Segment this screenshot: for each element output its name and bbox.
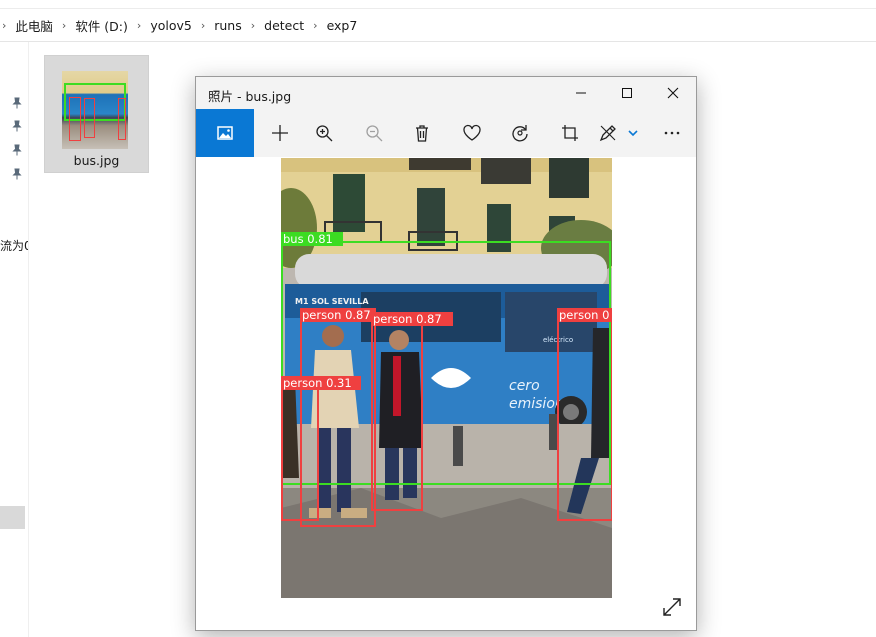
maximize-button[interactable] bbox=[604, 77, 650, 109]
crop-button[interactable] bbox=[548, 109, 592, 157]
pin-icon[interactable] bbox=[12, 168, 22, 180]
rotate-icon bbox=[512, 125, 528, 142]
breadcrumb-separator[interactable]: › bbox=[131, 19, 147, 32]
breadcrumb-separator[interactable]: › bbox=[56, 19, 72, 32]
breadcrumb-yolov5[interactable]: yolov5 bbox=[147, 18, 195, 33]
breadcrumb-separator: › bbox=[2, 18, 7, 32]
detection-label-person-2: person 0.87 bbox=[373, 312, 442, 326]
favorite-button[interactable] bbox=[450, 109, 494, 157]
address-bar[interactable]: › 此电脑 › 软件 (D:) › yolov5 › runs › detect… bbox=[0, 9, 876, 42]
detection-label-person-1: person 0.87 bbox=[302, 308, 371, 322]
edit-dropdown-button[interactable] bbox=[620, 109, 646, 157]
add-button[interactable] bbox=[258, 109, 302, 157]
detection-label-person-4: person 0 bbox=[559, 308, 609, 322]
breadcrumb-separator[interactable]: › bbox=[307, 19, 323, 32]
breadcrumb-drive-d[interactable]: 软件 (D:) bbox=[72, 16, 131, 35]
nav-item-selected[interactable] bbox=[0, 506, 25, 529]
nav-item-truncated-label: 流为0 bbox=[0, 239, 28, 253]
bus-ad-line1: cero bbox=[509, 378, 540, 394]
crop-icon bbox=[562, 125, 578, 141]
zoom-out-button[interactable] bbox=[352, 109, 396, 157]
edit-icon bbox=[599, 125, 616, 142]
bus-route-sign: M1 SOL SEVILLA bbox=[295, 297, 369, 306]
minimize-button[interactable] bbox=[558, 77, 604, 109]
chevron-down-icon bbox=[628, 130, 638, 137]
explorer-top-strip bbox=[0, 0, 876, 9]
breadcrumb-this-pc[interactable]: 此电脑 bbox=[12, 16, 56, 35]
delete-icon bbox=[416, 125, 428, 142]
detection-photo: cero emisiones eléctrico M1 SOL SEVILLA bbox=[281, 158, 612, 598]
photos-window: 照片 - bus.jpg cero emisiones eléctrico M1… bbox=[195, 76, 697, 631]
file-thumbnail bbox=[62, 71, 128, 149]
breadcrumb-separator[interactable]: › bbox=[245, 19, 261, 32]
breadcrumb-separator[interactable]: › bbox=[195, 19, 211, 32]
breadcrumb-detect[interactable]: detect bbox=[261, 18, 307, 33]
favorite-heart-icon bbox=[463, 124, 481, 141]
rotate-button[interactable] bbox=[498, 109, 542, 157]
image-view-button[interactable] bbox=[196, 109, 254, 157]
image-icon bbox=[217, 126, 233, 140]
photos-toolbar bbox=[196, 109, 696, 157]
file-name-label: bus.jpg bbox=[73, 153, 120, 168]
expand-icon bbox=[663, 598, 681, 616]
photo-canvas[interactable]: cero emisiones eléctrico M1 SOL SEVILLA bbox=[281, 158, 612, 598]
minimize-icon bbox=[576, 92, 586, 94]
close-icon bbox=[667, 87, 679, 99]
close-button[interactable] bbox=[650, 77, 696, 109]
delete-button[interactable] bbox=[400, 109, 444, 157]
zoom-out-icon bbox=[366, 125, 383, 142]
add-icon bbox=[272, 125, 288, 141]
breadcrumb-runs[interactable]: runs bbox=[211, 18, 245, 33]
pin-icon[interactable] bbox=[12, 120, 22, 132]
maximize-icon bbox=[622, 88, 632, 98]
detection-label-bus: bus 0.81 bbox=[283, 232, 333, 246]
title-bar[interactable]: 照片 - bus.jpg bbox=[196, 77, 696, 109]
fullscreen-button[interactable] bbox=[659, 594, 685, 620]
breadcrumb-exp7[interactable]: exp7 bbox=[324, 18, 361, 33]
more-icon bbox=[664, 131, 680, 135]
file-item-bus-jpg[interactable]: bus.jpg bbox=[44, 55, 149, 173]
window-title: 照片 - bus.jpg bbox=[208, 89, 292, 104]
pin-icon[interactable] bbox=[12, 97, 22, 109]
zoom-in-icon bbox=[316, 125, 333, 142]
zoom-in-button[interactable] bbox=[302, 109, 346, 157]
navigation-pane bbox=[0, 42, 29, 637]
more-options-button[interactable] bbox=[650, 109, 694, 157]
pin-icon[interactable] bbox=[12, 144, 22, 156]
detection-label-person-3: person 0.31 bbox=[283, 376, 352, 390]
